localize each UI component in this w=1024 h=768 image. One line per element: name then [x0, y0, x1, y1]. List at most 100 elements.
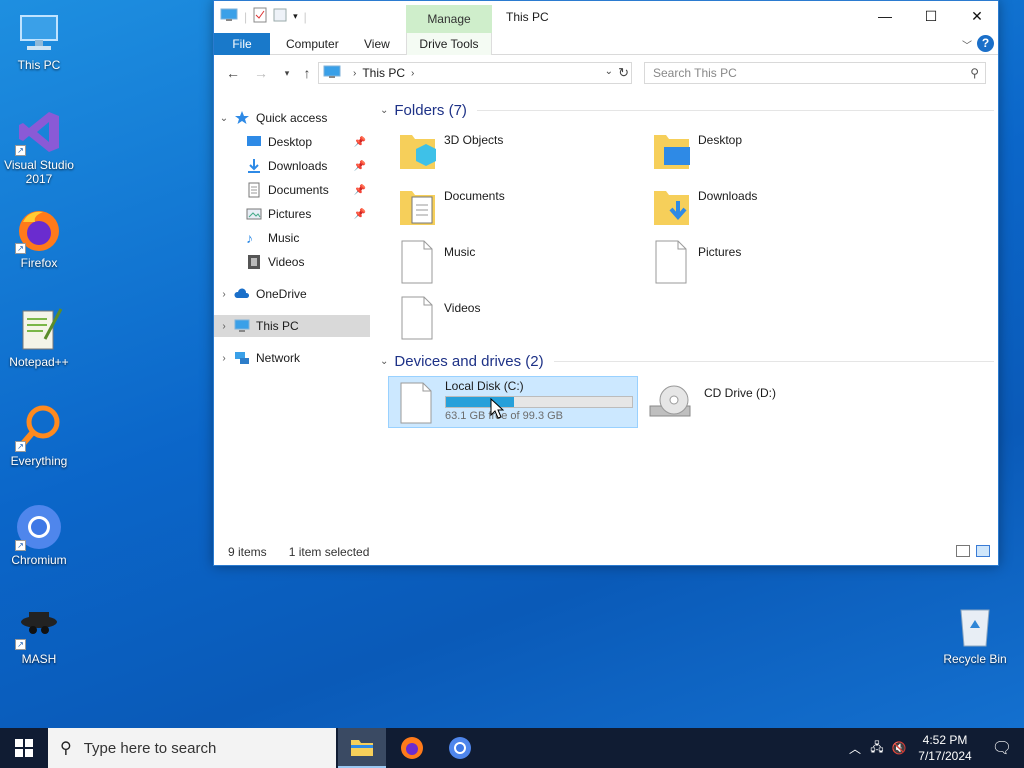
tab-view[interactable]: View: [350, 33, 404, 55]
forward-button[interactable]: →: [250, 63, 272, 83]
up-button[interactable]: ↑: [296, 63, 318, 83]
chevron-down-icon[interactable]: ⌄: [380, 356, 388, 367]
title-bar: | ▾ | Manage This PC — ☐ ✕: [214, 1, 998, 33]
folder-desktop[interactable]: Desktop: [644, 127, 892, 179]
folder-pictures[interactable]: Pictures: [644, 239, 892, 291]
shortcut-arrow-icon: ↗: [15, 243, 26, 254]
folder-downloads[interactable]: Downloads: [644, 183, 892, 235]
help-icon[interactable]: ?: [977, 35, 994, 52]
pictures-folder-icon: [652, 239, 692, 285]
nav-item-downloads[interactable]: Downloads 📌: [214, 155, 370, 177]
mouse-cursor-icon: [490, 397, 505, 423]
videos-folder-icon: [398, 295, 438, 341]
recent-locations-icon[interactable]: ▾: [276, 63, 298, 83]
chevron-right-icon[interactable]: ›: [214, 321, 234, 332]
taskbar-file-explorer[interactable]: [338, 728, 386, 768]
nav-item-music[interactable]: ♪ Music: [214, 227, 370, 249]
chevron-up-icon[interactable]: ︿: [844, 740, 866, 757]
tiles-view-button[interactable]: [976, 545, 990, 557]
divider: [476, 109, 994, 111]
chevron-right-icon[interactable]: ›: [214, 289, 234, 300]
start-button[interactable]: [0, 728, 48, 768]
chevron-right-icon[interactable]: ›: [353, 68, 356, 79]
nav-network[interactable]: › Network: [214, 347, 370, 369]
desktop-icon-label: Everything: [10, 454, 68, 468]
folder-videos[interactable]: Videos: [390, 295, 638, 347]
desktop-icon-firefox[interactable]: ↗ Firefox: [0, 206, 78, 270]
group-folders[interactable]: ⌄ Folders (7): [380, 99, 994, 121]
desktop-icon-recycle-bin[interactable]: Recycle Bin: [936, 602, 1014, 666]
taskbar-search-input[interactable]: ⚲ Type here to search: [48, 728, 336, 768]
taskbar-firefox[interactable]: [388, 728, 436, 768]
notification-center-icon[interactable]: 🗨: [980, 738, 1024, 758]
firefox-icon: ↗: [15, 206, 63, 254]
nav-item-pictures[interactable]: Pictures 📌: [214, 203, 370, 225]
nav-this-pc[interactable]: › This PC: [214, 315, 370, 337]
view-buttons: [956, 545, 990, 557]
address-bar[interactable]: › This PC › ⌄ ↻: [318, 62, 632, 84]
minimize-button[interactable]: —: [862, 1, 908, 31]
expand-ribbon-icon[interactable]: ﹀: [962, 37, 972, 52]
desktop-icon-this-pc[interactable]: This PC: [0, 8, 78, 72]
refresh-icon[interactable]: ↻: [618, 65, 629, 81]
tab-file[interactable]: File: [214, 33, 270, 55]
chevron-down-icon[interactable]: ⌄: [214, 113, 234, 124]
navigation-bar: ← → ▾ ↑ › This PC › ⌄ ↻ Search This PC ⚲: [214, 57, 998, 89]
chromium-icon: [449, 737, 471, 759]
maximize-button[interactable]: ☐: [908, 1, 954, 31]
volume-muted-icon[interactable]: 🔇: [888, 741, 910, 755]
nav-label: OneDrive: [256, 287, 307, 301]
tab-drive-tools[interactable]: Drive Tools: [406, 33, 492, 55]
shortcut-arrow-icon: ↗: [15, 145, 26, 156]
desktop-icon-chromium[interactable]: ↗ Chromium: [0, 503, 78, 567]
downloads-folder-icon: [652, 183, 692, 229]
drive-local-disk-c[interactable]: Local Disk (C:) 63.1 GB free of 99.3 GB: [388, 376, 638, 428]
address-dropdown-icon[interactable]: ⌄: [605, 66, 613, 77]
nav-onedrive[interactable]: › OneDrive: [214, 283, 370, 305]
close-button[interactable]: ✕: [954, 1, 1000, 31]
folder-music[interactable]: Music: [390, 239, 638, 291]
new-folder-icon[interactable]: [273, 8, 287, 25]
nav-item-documents[interactable]: Documents 📌: [214, 179, 370, 201]
search-input[interactable]: Search This PC ⚲: [644, 62, 986, 84]
status-bar: 9 items 1 item selected: [214, 539, 998, 565]
details-view-button[interactable]: [956, 545, 970, 557]
back-button[interactable]: ←: [222, 63, 244, 83]
desktop-icon-label: Firefox: [20, 256, 58, 270]
tab-manage[interactable]: Manage: [406, 5, 492, 33]
properties-icon[interactable]: [253, 7, 267, 26]
pin-icon[interactable]: 📌: [354, 209, 366, 220]
desktop-icon-everything[interactable]: ↗ Everything: [0, 404, 78, 468]
clock[interactable]: 4:52 PM 7/17/2024: [910, 732, 980, 764]
pin-icon[interactable]: 📌: [354, 137, 366, 148]
tab-computer[interactable]: Computer: [272, 33, 353, 55]
network-icon[interactable]: 🖧: [866, 738, 888, 759]
nav-label: Music: [268, 231, 300, 245]
taskbar-chromium[interactable]: [436, 728, 484, 768]
desktop-icon-mash[interactable]: ↗ MASH: [0, 602, 78, 666]
breadcrumb-this-pc[interactable]: This PC: [362, 66, 405, 80]
folder-documents[interactable]: Documents: [390, 183, 638, 235]
drive-usage-bar: [445, 396, 633, 408]
group-title: Devices and drives (2): [394, 352, 544, 370]
desktop-icon-notepadpp[interactable]: Notepad++: [0, 305, 78, 369]
nav-quick-access[interactable]: ⌄ Quick access: [214, 107, 370, 129]
pin-icon[interactable]: 📌: [354, 161, 366, 172]
this-pc-icon: [15, 8, 63, 56]
nav-item-desktop[interactable]: Desktop 📌: [214, 131, 370, 153]
nav-label: Quick access: [256, 111, 328, 125]
folder-name: 3D Objects: [444, 133, 504, 147]
folder-3d-objects[interactable]: 3D Objects: [390, 127, 638, 179]
desktop-icon-visual-studio[interactable]: ↗ Visual Studio 2017: [0, 108, 78, 186]
chevron-right-icon[interactable]: ›: [214, 353, 234, 364]
chevron-down-icon[interactable]: ⌄: [380, 105, 388, 116]
nav-label: Desktop: [268, 135, 313, 149]
drive-cd-d[interactable]: CD Drive (D:): [642, 376, 892, 428]
chevron-right-icon[interactable]: ›: [411, 68, 414, 79]
customize-qat-icon[interactable]: ▾: [293, 11, 298, 22]
nav-item-videos[interactable]: Videos: [214, 251, 370, 273]
search-icon: ⚲: [60, 740, 72, 757]
pin-icon[interactable]: 📌: [354, 185, 366, 196]
group-devices-and-drives[interactable]: ⌄ Devices and drives (2): [380, 350, 994, 372]
everything-icon: ↗: [15, 404, 63, 452]
